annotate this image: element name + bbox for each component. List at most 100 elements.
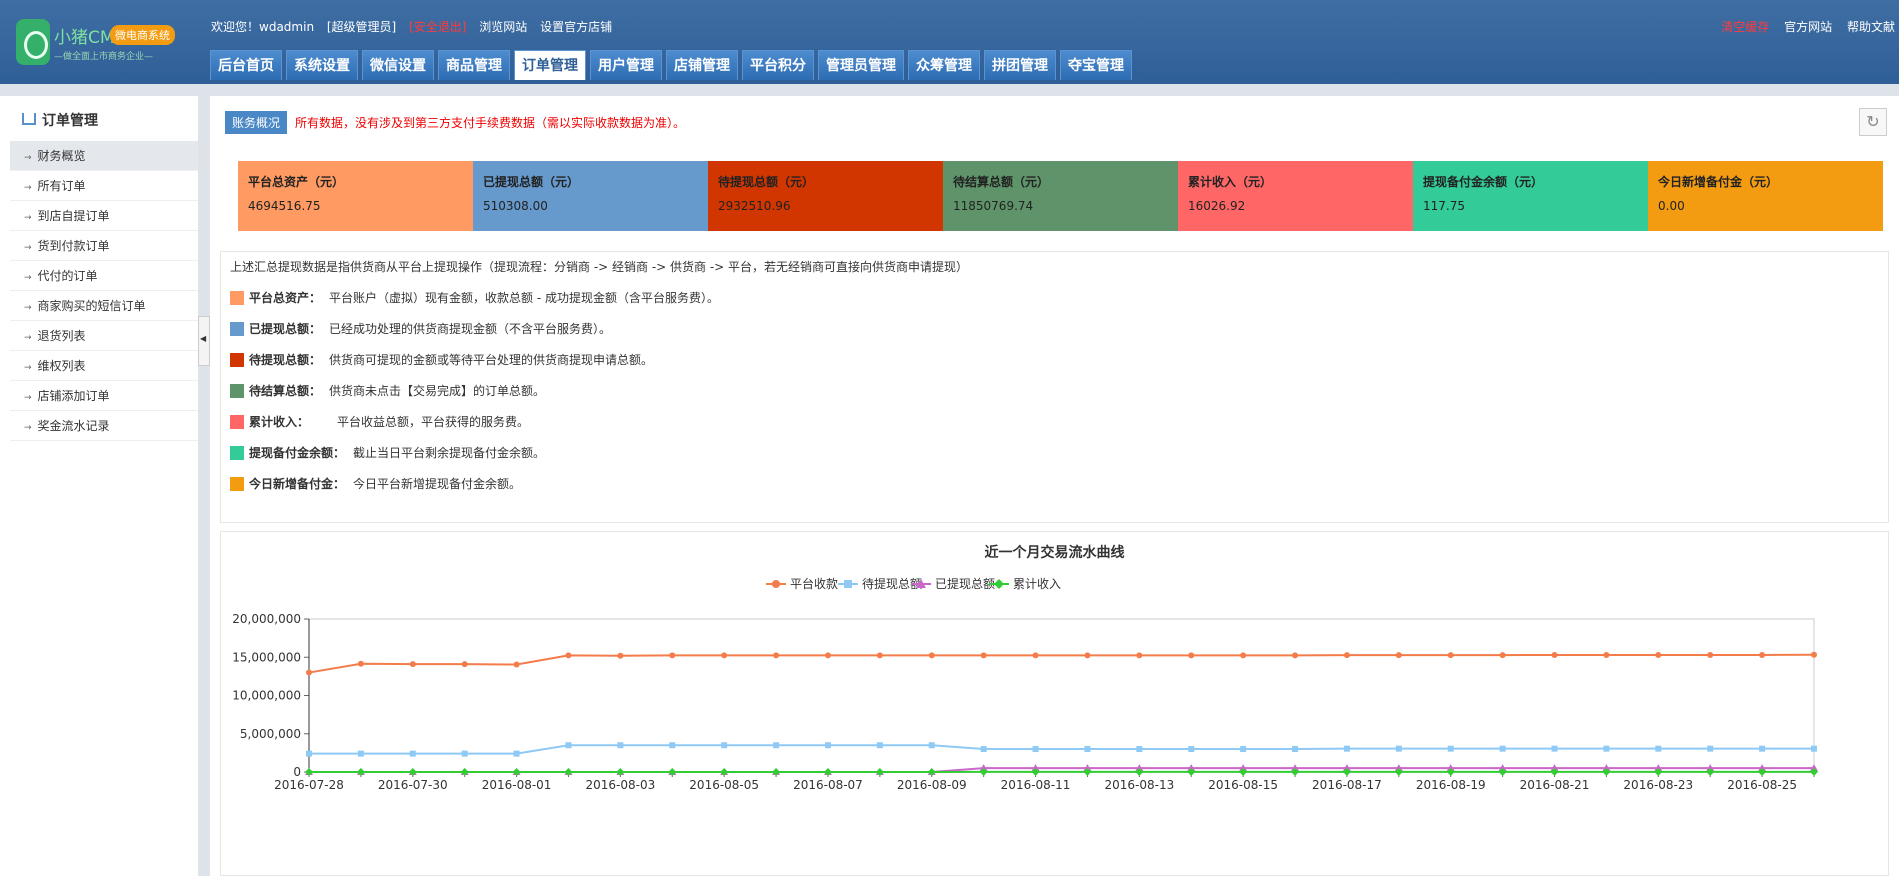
browse-site-link[interactable]: 浏览网站 xyxy=(479,20,527,34)
card-value: 11850769.74 xyxy=(953,199,1168,213)
data-point xyxy=(1136,746,1142,752)
legend-description-row: 今日新增备付金：今日平台新增提现备付金余额。 xyxy=(230,476,1879,492)
nav-tab[interactable]: 商品管理 xyxy=(438,50,510,80)
sidebar-item[interactable]: 退货列表 xyxy=(10,321,198,351)
description-key: 累计收入： xyxy=(249,414,329,430)
data-point xyxy=(721,742,727,748)
sidebar-item[interactable]: 到店自提订单 xyxy=(10,201,198,231)
card-title: 待提现总额（元） xyxy=(718,173,933,190)
card-value: 117.75 xyxy=(1423,199,1638,213)
data-point xyxy=(1396,746,1402,752)
collapse-sidebar-button[interactable] xyxy=(198,316,210,366)
nav-tab[interactable]: 后台首页 xyxy=(210,50,282,80)
x-tick-label: 2016-07-28 xyxy=(274,778,344,792)
summary-card: 已提现总额（元）510308.00 xyxy=(473,161,708,231)
nav-tab[interactable]: 拼团管理 xyxy=(984,50,1056,80)
x-tick-label: 2016-08-05 xyxy=(689,778,759,792)
series-line xyxy=(309,745,1814,753)
description-text: 已经成功处理的供货商提现金额（不含平台服务费）。 xyxy=(329,321,611,337)
sidebar-item[interactable]: 货到付款订单 xyxy=(10,231,198,261)
line-chart: 05,000,00010,000,00015,000,00020,000,000… xyxy=(221,532,1890,877)
legend-description-row: 待结算总额：供货商未点击【交易完成】的订单总额。 xyxy=(230,383,1879,399)
sidebar-menu: 财务概览所有订单到店自提订单货到付款订单代付的订单商家购买的短信订单退货列表维权… xyxy=(10,141,198,441)
data-point xyxy=(1084,746,1090,752)
color-swatch xyxy=(230,353,244,367)
data-point xyxy=(1188,652,1194,658)
data-point xyxy=(877,742,883,748)
help-link[interactable]: 帮助文献 xyxy=(1847,20,1895,34)
y-tick-label: 10,000,000 xyxy=(232,689,301,703)
nav-tab[interactable]: 订单管理 xyxy=(514,50,586,80)
color-swatch xyxy=(230,415,244,429)
color-swatch xyxy=(230,446,244,460)
data-point xyxy=(721,652,727,658)
sidebar-item[interactable]: 所有订单 xyxy=(10,171,198,201)
nav-tab[interactable]: 众筹管理 xyxy=(908,50,980,80)
data-point xyxy=(1033,652,1039,658)
card-value: 4694516.75 xyxy=(248,199,463,213)
data-point xyxy=(1344,746,1350,752)
overview-tab[interactable]: 账务概况 xyxy=(225,111,287,134)
x-tick-label: 2016-08-07 xyxy=(793,778,863,792)
logo-badge: 微电商系统 xyxy=(110,25,175,45)
clear-cache-link[interactable]: 清空缓存 xyxy=(1721,20,1769,34)
header-divider xyxy=(0,84,1899,96)
data-point xyxy=(1136,652,1142,658)
card-value: 16026.92 xyxy=(1188,199,1403,213)
description-key: 待提现总额： xyxy=(249,352,321,368)
sidebar-title: 订单管理 xyxy=(22,110,98,130)
sidebar-item[interactable]: 财务概览 xyxy=(10,141,198,171)
data-point xyxy=(773,742,779,748)
summary-card: 提现备付金余额（元）117.75 xyxy=(1413,161,1648,231)
sidebar-item[interactable]: 代付的订单 xyxy=(10,261,198,291)
arrow-down-icon xyxy=(22,113,36,125)
data-point xyxy=(565,652,571,658)
card-title: 累计收入（元） xyxy=(1188,173,1403,190)
logo[interactable]: 小猪CMS 微电商系统 —做全面上市商务企业— xyxy=(14,15,174,70)
set-store-link[interactable]: 设置官方店铺 xyxy=(540,20,612,34)
description-panel: 上述汇总提现数据是指供货商从平台上提现操作（提现流程：分销商 -> 经销商 ->… xyxy=(220,251,1889,523)
data-point xyxy=(514,751,520,757)
data-point xyxy=(410,661,416,667)
legend-label: 累计收入 xyxy=(1013,577,1061,591)
sidebar: 订单管理 财务概览所有订单到店自提订单货到付款订单代付的订单商家购买的短信订单退… xyxy=(0,96,200,876)
data-point xyxy=(981,746,987,752)
refresh-button[interactable]: ↻ xyxy=(1859,108,1887,136)
nav-tab[interactable]: 系统设置 xyxy=(286,50,358,80)
data-point xyxy=(1552,746,1558,752)
data-point xyxy=(1033,746,1039,752)
data-point xyxy=(669,742,675,748)
nav-tab[interactable]: 店铺管理 xyxy=(666,50,738,80)
data-point xyxy=(617,653,623,659)
official-site-link[interactable]: 官方网站 xyxy=(1784,20,1832,34)
sidebar-item[interactable]: 商家购买的短信订单 xyxy=(10,291,198,321)
data-point xyxy=(1292,652,1298,658)
nav-tab[interactable]: 微信设置 xyxy=(362,50,434,80)
data-point xyxy=(825,652,831,658)
y-tick-label: 0 xyxy=(293,765,301,779)
summary-cards: 平台总资产（元）4694516.75已提现总额（元）510308.00待提现总额… xyxy=(238,161,1883,231)
data-point xyxy=(929,742,935,748)
nav-tab[interactable]: 管理员管理 xyxy=(818,50,904,80)
card-value: 0.00 xyxy=(1658,199,1873,213)
nav-tab[interactable]: 平台积分 xyxy=(742,50,814,80)
description-text: 今日平台新增提现备付金余额。 xyxy=(353,476,521,492)
sidebar-item[interactable]: 维权列表 xyxy=(10,351,198,381)
logout-link[interactable]: [安全退出] xyxy=(409,20,466,34)
x-tick-label: 2016-08-15 xyxy=(1208,778,1278,792)
nav-tab[interactable]: 用户管理 xyxy=(590,50,662,80)
nav-tab[interactable]: 夺宝管理 xyxy=(1060,50,1132,80)
description-intro: 上述汇总提现数据是指供货商从平台上提现操作（提现流程：分销商 -> 经销商 ->… xyxy=(230,258,1879,275)
data-point xyxy=(1448,652,1454,658)
sidebar-splitter xyxy=(198,96,210,876)
sidebar-item[interactable]: 店铺添加订单 xyxy=(10,381,198,411)
x-tick-label: 2016-08-19 xyxy=(1416,778,1486,792)
data-point xyxy=(462,751,468,757)
username: wdadmin xyxy=(259,20,314,34)
card-title: 待结算总额（元） xyxy=(953,173,1168,190)
description-key: 提现备付金余额： xyxy=(249,445,345,461)
data-point xyxy=(1811,746,1817,752)
description-key: 待结算总额： xyxy=(249,383,321,399)
data-point xyxy=(514,662,520,668)
sidebar-item[interactable]: 奖金流水记录 xyxy=(10,411,198,441)
